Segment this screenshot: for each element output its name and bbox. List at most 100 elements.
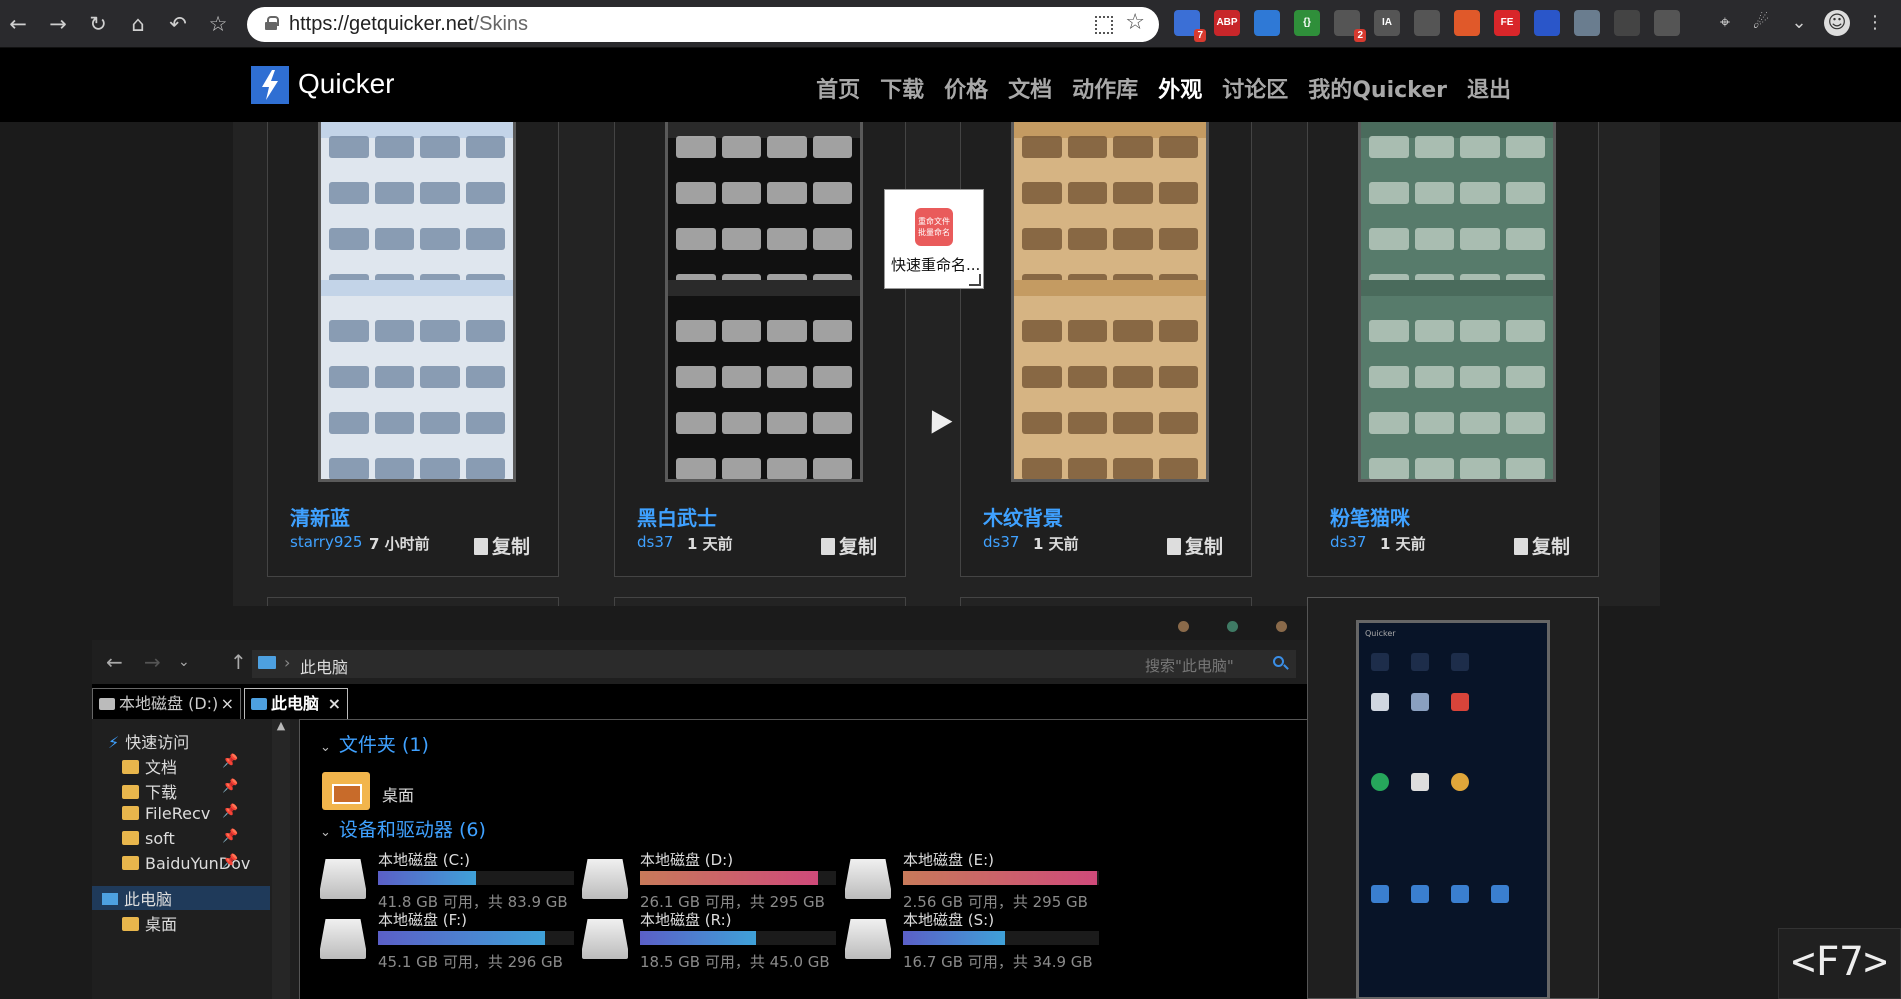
nav-item[interactable]: 退出 [1467,72,1511,104]
skin-author[interactable]: starry925 [290,533,362,551]
pin-icon[interactable]: 📌 [222,754,238,769]
drive-item[interactable]: 本地磁盘 (C:) 41.8 GB 可用，共 83.9 GB [320,849,600,911]
folders-group-header[interactable]: ⌄ 文件夹 (1) [320,730,429,757]
quick-rename-popup[interactable]: 重命文件 批量命名 快速重命名... [884,189,984,289]
chevron-down-icon[interactable]: ⌄ [1786,10,1812,36]
diamond-extension-icon[interactable] [1534,10,1560,36]
pin-icon[interactable]: 📌 [222,804,238,819]
skin-card[interactable]: 清新蓝 starry925 7 小时前 复制 [267,122,559,577]
nav-item[interactable]: 价格 [944,72,988,104]
skin-author[interactable]: ds37 [637,533,673,551]
skin-title[interactable]: 粉笔猫咪 [1330,502,1410,531]
up-arrow-icon[interactable]: ↑ [230,650,247,674]
menu-icon[interactable]: ⋮ [1862,10,1888,36]
drives-group-header[interactable]: ⌄ 设备和驱动器 (6) [320,815,486,842]
skin-title[interactable]: 清新蓝 [290,502,350,531]
json-bracket-icon[interactable]: {} [1294,10,1320,36]
avatar[interactable]: ☺ [1824,10,1850,36]
reload-icon[interactable]: ↻ [84,10,112,38]
recent-chevron-icon[interactable]: ⌄ [178,654,190,670]
skin-card[interactable]: 黑白武士 ds37 1 天前 复制 [614,122,906,577]
screen-extension-icon[interactable] [1614,10,1640,36]
sidebar-item[interactable]: 文档 📌 [122,754,238,778]
pin-icon[interactable]: 📌 [222,779,238,794]
resize-grip-icon[interactable] [969,274,981,286]
bookmark-star-icon[interactable]: ☆ [204,10,232,38]
crop-icon[interactable]: ⌖ [1712,10,1738,36]
sidebar-item[interactable]: soft 📌 [122,829,238,848]
skin-card[interactable]: 粉笔猫咪 ds37 1 天前 复制 [1307,122,1599,577]
nav-item[interactable]: 下载 [880,72,924,104]
folder-item-desktop[interactable]: 桌面 [382,782,414,806]
copy-button[interactable]: 复制 [473,532,530,559]
sidebar-scrollbar[interactable]: ▲ [272,719,290,999]
tab-this-pc[interactable]: 此电脑 × [244,688,348,719]
search-icon[interactable] [1273,656,1284,667]
skin-title[interactable]: 黑白武士 [637,502,717,531]
skin-author[interactable]: ds37 [983,533,1019,551]
skin-card-dark[interactable]: Quicker [1307,597,1599,999]
sidebar-label: soft [145,829,175,848]
desktop-folder-icon[interactable] [322,772,370,810]
nav-item[interactable]: 外观 [1158,72,1202,104]
drive-item[interactable]: 本地磁盘 (F:) 45.1 GB 可用，共 296 GB [320,909,600,971]
sidebar-item[interactable]: BaiduYunDov 📌 [122,854,250,873]
explorer-search-input[interactable]: 搜索"此电脑" [1043,650,1296,678]
undo-icon[interactable]: ↶ [164,10,192,38]
skin-title[interactable]: 木纹背景 [983,502,1063,531]
sidebar-item[interactable]: 下载 📌 [122,779,238,803]
pin-icon[interactable]: 📌 [222,854,238,869]
fe-extension-icon[interactable]: FE [1494,10,1520,36]
nav-item[interactable]: 文档 [1008,72,1052,104]
qr-code-icon[interactable] [1095,16,1113,34]
close-icon[interactable]: × [221,689,234,719]
image-extension-icon[interactable]: 2 [1334,10,1366,42]
drive-usage-fill [378,931,545,945]
carousel-dot[interactable] [1178,621,1189,632]
ia-icon[interactable]: IA [1374,10,1400,36]
star-icon[interactable]: ☆ [1125,10,1145,35]
shield-check-icon[interactable] [1254,10,1280,36]
grid-extension-icon[interactable]: 7 [1174,10,1206,42]
drive-item[interactable]: 本地磁盘 (R:) 18.5 GB 可用，共 45.0 GB [582,909,862,971]
skin-card [267,597,559,606]
back-icon[interactable]: ← [106,650,123,674]
copy-button[interactable]: 复制 [820,532,877,559]
notes-extension-icon[interactable] [1454,10,1480,36]
skin-author[interactable]: ds37 [1330,533,1366,551]
forward-icon[interactable]: → [44,10,72,38]
copy-button[interactable]: 复制 [1166,532,1223,559]
sidebar-item[interactable]: 桌面 [122,911,177,935]
nav-item[interactable]: 我的Quicker [1308,72,1447,104]
back-icon[interactable]: ← [4,10,32,38]
skin-preview [1011,122,1209,482]
sidebar-item[interactable]: ⚡ 快速访问 [108,729,189,753]
explorer-path-bar[interactable]: › 此电脑 ⌄ ↻ [252,650,1114,678]
pocket-icon[interactable] [1654,10,1680,36]
speaker-icon[interactable]: ☄ [1748,10,1774,36]
pin-icon[interactable]: 📌 [222,829,238,844]
nav-item[interactable]: 首页 [816,72,860,104]
drive-item[interactable]: 本地磁盘 (D:) 26.1 GB 可用，共 295 GB [582,849,862,911]
adblock-icon[interactable]: ABP [1214,10,1240,36]
drive-item[interactable]: 本地磁盘 (E:) 2.56 GB 可用，共 295 GB [845,849,1125,911]
home-icon[interactable]: ⌂ [124,10,152,38]
address-bar[interactable]: https://getquicker.net/Skins ☆ [247,7,1159,42]
cloud-extension-icon[interactable] [1414,10,1440,36]
carousel-dot[interactable] [1227,621,1238,632]
nav-item[interactable]: 动作库 [1072,72,1138,104]
carousel-dot[interactable] [1276,621,1287,632]
quicker-logo-icon[interactable] [251,66,289,104]
page-extension-icon[interactable] [1574,10,1600,36]
skin-card[interactable]: 木纹背景 ds37 1 天前 复制 [960,122,1252,577]
nav-item[interactable]: 讨论区 [1222,72,1288,104]
copy-button[interactable]: 复制 [1513,532,1570,559]
sidebar-item[interactable]: FileRecv 📌 [122,804,238,823]
tab-drive-d[interactable]: 本地磁盘 (D:) × [92,688,241,719]
logo-text[interactable]: Quicker [298,68,394,100]
drive-item[interactable]: 本地磁盘 (S:) 16.7 GB 可用，共 34.9 GB [845,909,1125,971]
sidebar-item[interactable]: 此电脑 [92,886,270,910]
extension-label: FE [1500,17,1514,28]
forward-icon[interactable]: → [144,650,161,674]
close-icon[interactable]: × [328,689,341,719]
